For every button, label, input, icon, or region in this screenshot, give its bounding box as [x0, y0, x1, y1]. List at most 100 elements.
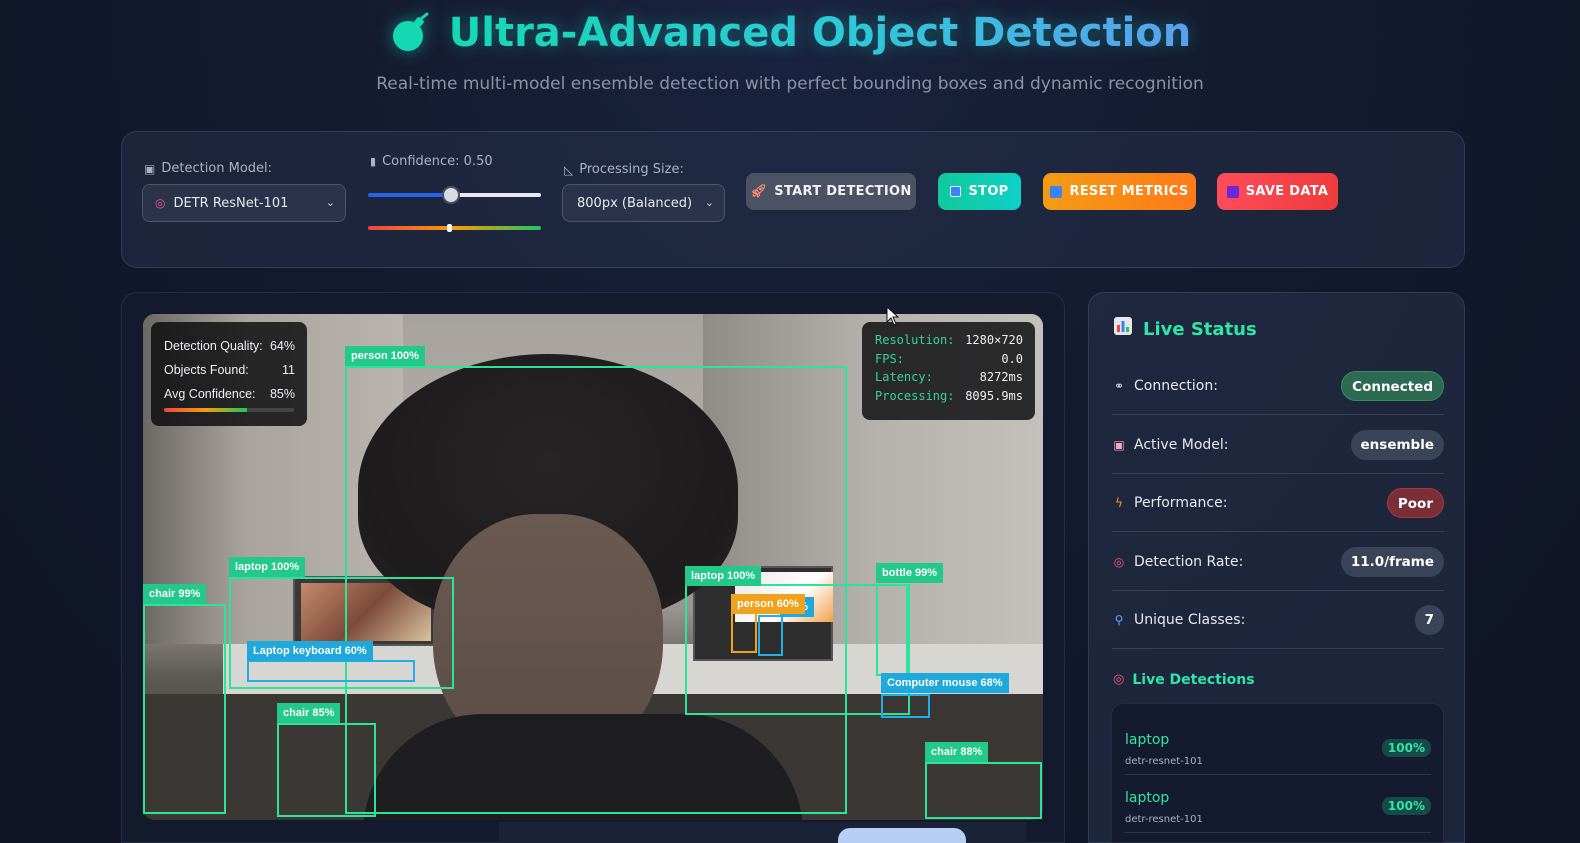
live-detections-list[interactable]: laptop detr-resnet-101 100% laptop detr-… [1111, 703, 1444, 843]
refresh-icon [1050, 185, 1063, 198]
reset-metrics-label: RESET METRICS [1069, 184, 1189, 199]
stop-button[interactable]: STOP [938, 173, 1021, 210]
live-status-title-text: Live Status [1143, 318, 1257, 340]
detection-confidence-badge: 100% [1381, 739, 1431, 757]
page-header: Ultra-Advanced Object Detection Real-tim… [0, 0, 1580, 110]
lightning-icon: ϟ [1115, 495, 1123, 510]
title-text: Ultra-Advanced Object Detection [448, 10, 1192, 56]
bbox-label: Laptop keyboard 60% [247, 641, 373, 661]
stat-label: Detection Rate: [1134, 553, 1244, 570]
processing-time-label: Processing: [875, 388, 955, 403]
objects-value: 11 [282, 363, 295, 377]
model-label: ▣ Detection Model: [144, 161, 272, 176]
page-title: Ultra-Advanced Object Detection [0, 8, 1580, 58]
model-select[interactable]: ◎ DETR ResNet-101 ⌄ [142, 184, 346, 222]
list-item[interactable]: laptop detr-resnet-101 100% [1125, 717, 1431, 775]
stat-label: Performance: [1134, 494, 1228, 511]
confidence-gradient-bar [368, 226, 541, 230]
stat-unique-classes: ⚲ Unique Classes: 7 [1112, 591, 1444, 649]
video-control-pill[interactable] [838, 828, 966, 843]
detection-rate-badge: 11.0/frame [1340, 546, 1444, 577]
avg-confidence-value: 85% [269, 387, 295, 401]
start-detection-label: START DETECTION [774, 184, 912, 199]
fps-label: FPS: [875, 351, 904, 366]
bar-chart-icon [1113, 316, 1133, 343]
page-subtitle: Real-time multi-model ensemble detection… [376, 74, 1204, 94]
rocket-icon: 🚀︎ [750, 184, 768, 199]
bbox-person-small [731, 612, 757, 653]
bbox-label: chair 85% [277, 703, 341, 723]
processing-row: Processing: 8095.9ms [875, 387, 1023, 406]
live-detections-title-text: Live Detections [1132, 672, 1255, 688]
bbox-label: laptop 100% [685, 566, 762, 586]
start-detection-button[interactable]: 🚀︎ START DETECTION [746, 173, 916, 210]
stat-label: Connection: [1134, 377, 1218, 394]
bbox-chair [925, 762, 1042, 819]
detection-class: laptop [1125, 790, 1170, 806]
confidence-label-text: Confidence: 0.50 [382, 154, 493, 169]
detection-stats-overlay: Detection Quality: 64% Objects Found: 11… [151, 322, 307, 426]
processing-time-value: 8095.9ms [965, 388, 1023, 403]
objects-label: Objects Found: [164, 363, 249, 377]
quality-bar-fill [164, 408, 248, 412]
bbox-chair [143, 604, 226, 814]
stat-active-model: ▣ Active Model: ensemble [1112, 416, 1444, 474]
unique-classes-badge: 7 [1414, 604, 1444, 635]
bbox-label: laptop 100% [229, 557, 306, 577]
save-data-label: SAVE DATA [1245, 184, 1329, 199]
robot-icon: ▣ [1113, 437, 1125, 452]
resolution-value: 1280×720 [965, 333, 1023, 347]
magnifier-icon: ⚲ [1114, 612, 1124, 627]
confidence-gradient-marker [447, 224, 452, 232]
resolution-row: Resolution: 1280×720 [875, 331, 1023, 350]
processing-label: ◺ Processing Size: [564, 162, 684, 177]
floppy-disk-icon [1226, 185, 1239, 198]
link-icon: ⚭ [1113, 378, 1125, 393]
bbox-laptop-keyboard [247, 660, 415, 682]
quality-label: Detection Quality: [164, 339, 263, 353]
bbox-label: person 60% [731, 594, 805, 614]
target-icon: ◎ [1113, 672, 1125, 687]
connection-status-badge: Connected [1341, 370, 1444, 401]
stop-icon [950, 186, 962, 197]
bbox-label: Computer mouse 68% [881, 673, 1009, 693]
bbox-label: bottle 99% [876, 563, 944, 583]
save-data-button[interactable]: SAVE DATA [1217, 173, 1338, 210]
stat-label: Unique Classes: [1134, 611, 1246, 628]
bbox-computer-mouse [881, 694, 930, 718]
stat-label: Active Model: [1134, 436, 1229, 453]
detection-model: detr-resnet-101 [1125, 756, 1203, 767]
stat-detection-rate: ◎ Detection Rate: 11.0/frame [1112, 533, 1444, 591]
detection-confidence-badge: 100% [1381, 797, 1431, 815]
detection-model: detr-resnet-101 [1125, 814, 1203, 825]
robot-icon: ▣ [144, 161, 156, 176]
chevron-down-icon: ⌄ [325, 196, 335, 209]
bbox-object [758, 615, 783, 656]
model-select-value: DETR ResNet-101 [173, 195, 289, 211]
quality-row: Detection Quality: 64% [164, 334, 295, 358]
reset-metrics-button[interactable]: RESET METRICS [1043, 173, 1196, 210]
quality-bar [164, 408, 294, 412]
active-model-badge: ensemble [1350, 429, 1444, 460]
avg-confidence-row: Avg Confidence: 85% [164, 382, 295, 406]
ruler-icon: ◺ [564, 162, 574, 177]
fps-value: 0.0 [1001, 351, 1023, 366]
latency-row: Latency: 8272ms [875, 368, 1023, 387]
confidence-label: ▮ Confidence: 0.50 [370, 154, 493, 169]
list-item[interactable]: laptop detr-resnet-101 100% [1125, 775, 1431, 833]
live-detections-title: ◎ Live Detections [1113, 670, 1255, 690]
bbox-label: person 100% [345, 346, 425, 366]
avg-confidence-label: Avg Confidence: [164, 387, 256, 401]
bbox-chair [277, 723, 376, 817]
bbox-label: chair 99% [143, 584, 207, 604]
processing-select[interactable]: 800px (Balanced) ⌄ [562, 184, 725, 222]
bbox-label: chair 88% [925, 742, 989, 762]
confidence-slider-handle[interactable] [441, 186, 460, 204]
stop-label: STOP [968, 184, 1009, 199]
performance-badge: Poor [1386, 487, 1444, 518]
performance-overlay: Resolution: 1280×720 FPS: 0.0 Latency: 8… [862, 322, 1035, 420]
objects-row: Objects Found: 11 [164, 358, 295, 382]
slider-icon: ▮ [370, 155, 377, 168]
live-status-title: Live Status [1113, 316, 1257, 343]
latency-label: Latency: [875, 370, 933, 384]
